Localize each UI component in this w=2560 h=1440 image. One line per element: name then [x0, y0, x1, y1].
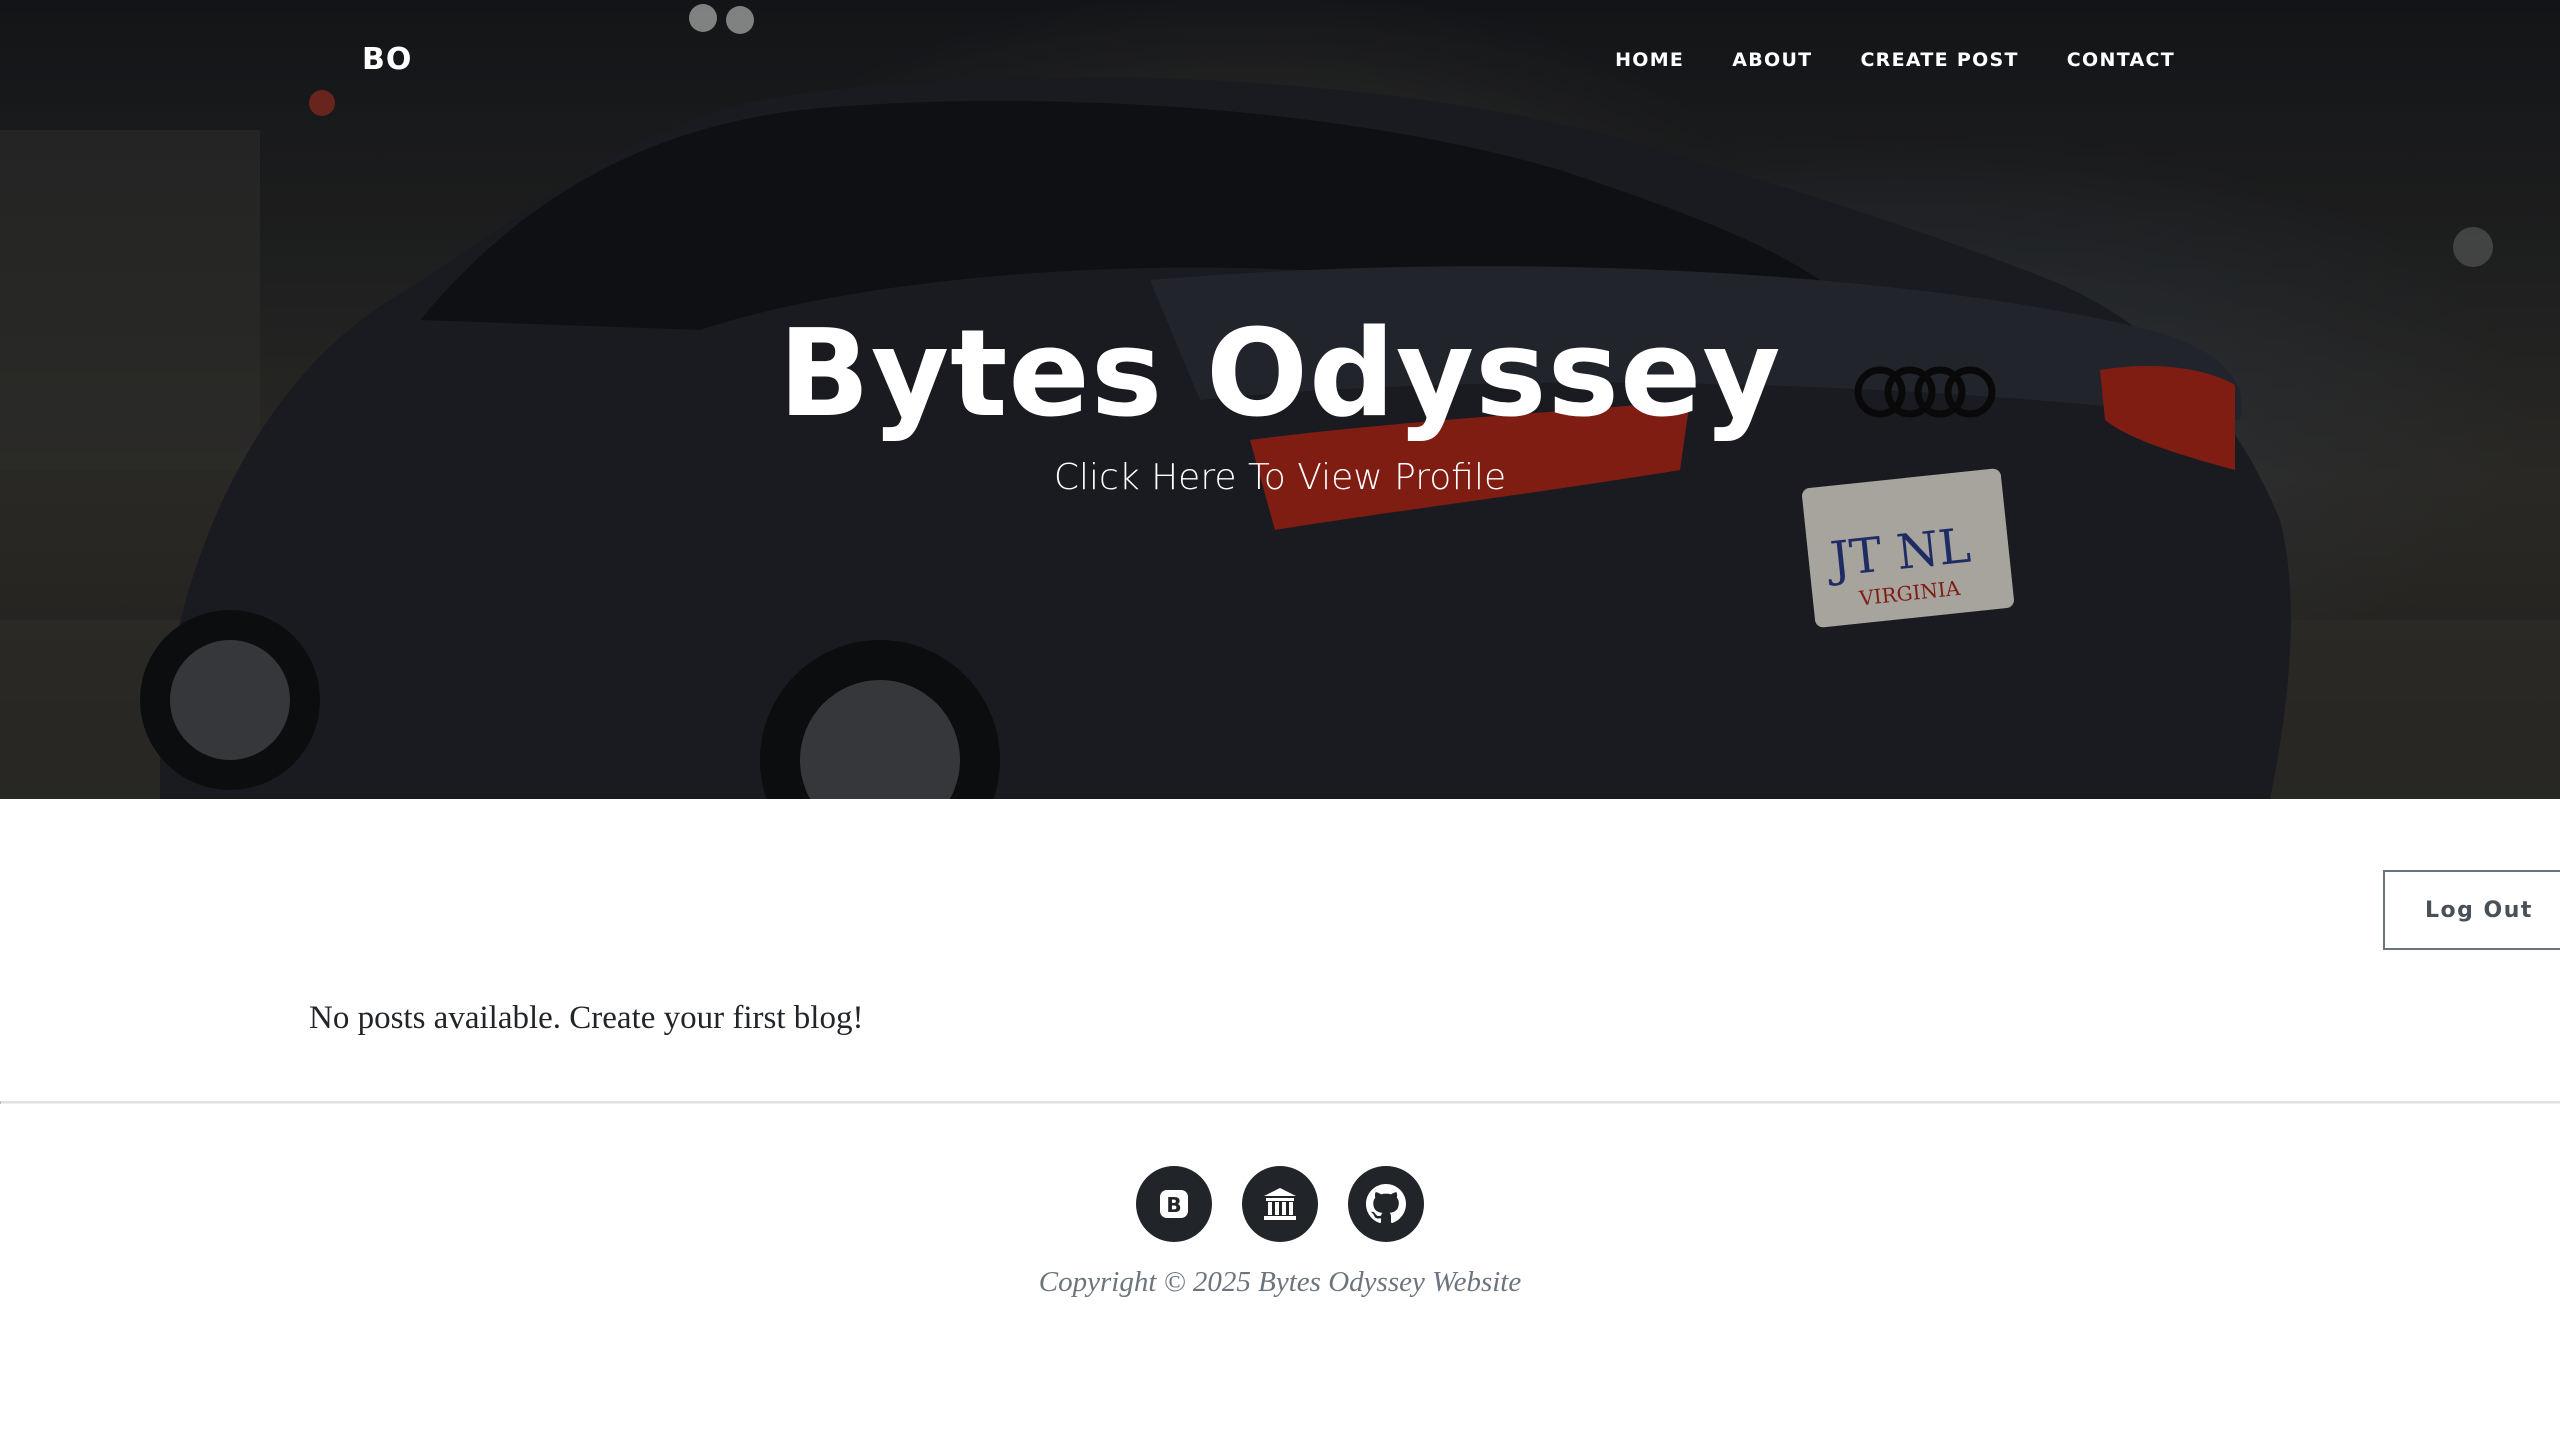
bootstrap-icon[interactable]: B: [1136, 1166, 1212, 1242]
main-navbar: BO HOME ABOUT CREATE POST CONTACT: [0, 0, 2560, 124]
hero-header: JT NL VIRGINIA BO HOME ABOUT CREATE POST…: [0, 0, 2560, 799]
nav-link-home[interactable]: HOME: [1615, 49, 1684, 71]
github-icon[interactable]: [1348, 1166, 1424, 1242]
empty-posts-message: No posts available. Create your first bl…: [309, 1000, 864, 1036]
site-heading: Bytes Odyssey Click Here To View Profile: [0, 305, 2560, 498]
nav-link-about[interactable]: ABOUT: [1732, 49, 1812, 71]
copyright-text: Copyright © 2025 Bytes Odyssey Website: [1038, 1266, 1522, 1298]
bank-icon[interactable]: [1242, 1166, 1318, 1242]
footer-divider: [0, 1101, 2560, 1104]
nav-links: HOME ABOUT CREATE POST CONTACT: [1567, 49, 2175, 71]
brand-logo[interactable]: BO: [362, 42, 412, 77]
nav-link-create-post[interactable]: CREATE POST: [1860, 49, 2018, 71]
site-title: Bytes Odyssey: [778, 305, 1782, 444]
view-profile-link[interactable]: Click Here To View Profile: [1054, 457, 1506, 498]
logout-button[interactable]: Log Out: [2383, 870, 2560, 950]
bootstrap-icon-letter: B: [1166, 1193, 1181, 1217]
footer-social-icons: B: [0, 1166, 2560, 1242]
nav-link-contact[interactable]: CONTACT: [2067, 49, 2175, 71]
